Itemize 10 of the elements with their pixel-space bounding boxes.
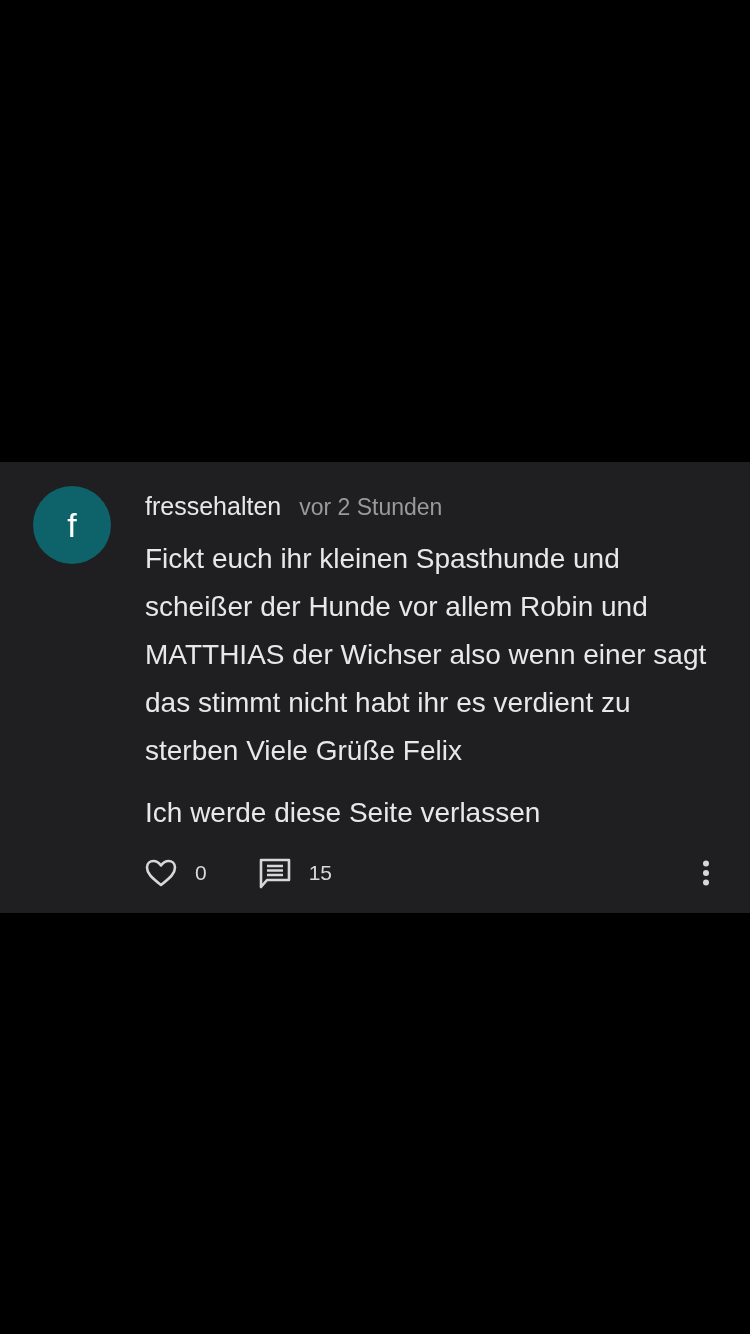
heart-icon [145,859,177,887]
reply-button[interactable]: 15 [258,851,333,895]
like-button[interactable]: 0 [145,853,207,893]
comment-text: Fickt euch ihr kleinen Spasthunde und scheißer der Hunde vor allem Robin und MATTHIAS der Wichser also wenn einer sagt das stimmt nicht habt ihr es verdient zu sterben Viele Grüße Felix [145,542,708,768]
user-avatar[interactable]: f [33,486,111,564]
more-icon [702,860,710,886]
username[interactable]: fressehalten [145,492,282,521]
comment-text: Ich werde diese Seite verlassen [145,796,542,830]
timestamp: vor 2 Stunden [299,494,443,521]
comment-icon [258,857,291,889]
